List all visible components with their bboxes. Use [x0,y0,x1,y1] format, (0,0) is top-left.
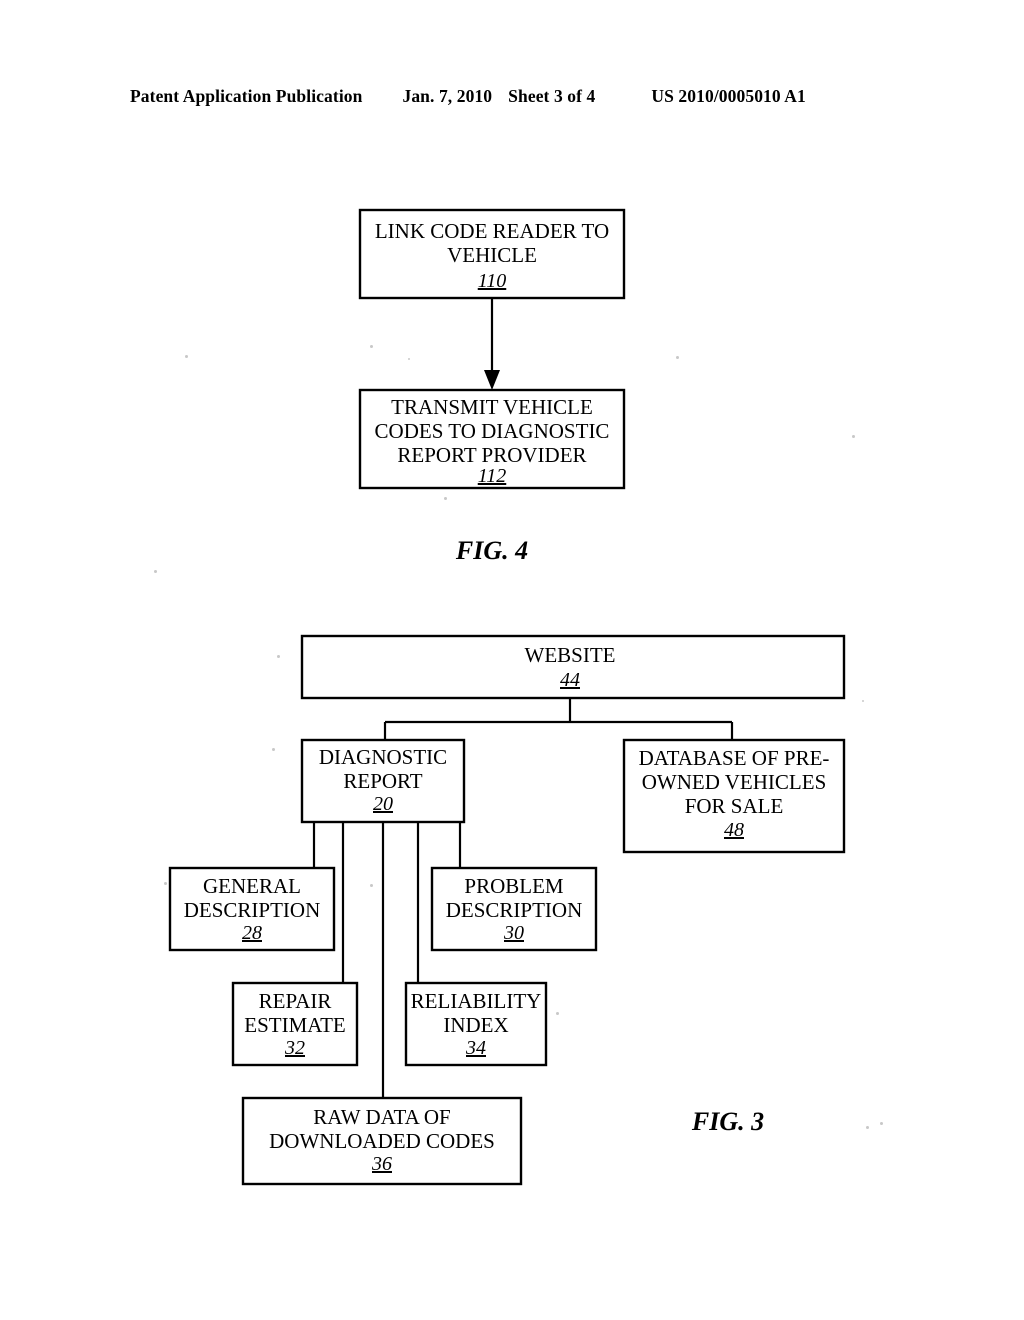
edge-110-to-112 [484,298,500,390]
node-34-reference-numeral: 34 [465,1037,486,1059]
node-28-reference-numeral: 28 [242,922,262,944]
node-30-reference-numeral: 30 [503,922,524,944]
node-36-reference-numeral: 36 [371,1153,392,1175]
node-32-line-2: ESTIMATE [244,1013,346,1037]
node-36-line-2: DOWNLOADED CODES [269,1129,495,1153]
node-112-line-1: TRANSMIT VEHICLE [391,395,593,419]
scan-speck [370,345,373,348]
node-110-line-2: VEHICLE [447,243,537,267]
node-44-line-1: WEBSITE [525,643,616,667]
node-44-reference-numeral: 44 [560,669,580,691]
figures-area: LINK CODE READER TO VEHICLE 110 TRANSMIT… [0,0,1024,1320]
scan-speck [852,435,855,438]
figure-label-fig4: FIG. 4 [455,536,528,565]
node-112-line-2: CODES TO DIAGNOSTIC [375,419,610,443]
node-20-reference-numeral: 20 [373,793,393,815]
scan-speck [676,356,679,359]
node-20-line-1: DIAGNOSTIC [319,745,447,769]
figure-fig3: WEBSITE 44 DIAGNOSTIC REPORT 20 DATABASE [168,634,846,1186]
node-36-line-1: RAW DATA OF [313,1105,450,1129]
scan-speck [370,884,373,887]
scan-speck [556,1012,559,1015]
node-48-line-2: OWNED VEHICLES [642,770,827,794]
node-48-line-3: FOR SALE [685,794,784,818]
scan-speck [862,700,864,702]
node-raw-data-downloaded-codes: RAW DATA OF DOWNLOADED CODES 36 [241,1096,523,1186]
node-30-line-1: PROBLEM [464,874,564,898]
node-112-line-3: REPORT PROVIDER [397,443,586,467]
node-repair-estimate: REPAIR ESTIMATE 32 [231,981,359,1067]
scan-speck [154,570,157,573]
node-20-line-2: REPORT [343,769,422,793]
scan-speck [277,655,280,658]
scan-speck [185,355,188,358]
patent-drawing-page: Patent Application Publication Jan. 7, 2… [0,0,1024,1320]
node-32-reference-numeral: 32 [284,1037,305,1059]
node-34-line-2: INDEX [443,1013,508,1037]
node-website: WEBSITE 44 [300,634,846,700]
node-28-line-1: GENERAL [203,874,301,898]
scan-speck [272,748,275,751]
node-110-line-1: LINK CODE READER TO [375,219,609,243]
scan-speck [164,882,167,885]
node-transmit-vehicle-codes: TRANSMIT VEHICLE CODES TO DIAGNOSTIC REP… [358,388,626,490]
edge-website-branches [383,698,734,740]
node-general-description: GENERAL DESCRIPTION 28 [168,866,336,952]
scan-speck [880,1122,883,1125]
node-110-reference-numeral: 110 [478,270,507,292]
node-30-line-2: DESCRIPTION [446,898,583,922]
node-48-line-1: DATABASE OF PRE- [639,746,830,770]
scan-speck [444,497,447,500]
scan-speck [866,1126,869,1129]
figure-fig4: LINK CODE READER TO VEHICLE 110 TRANSMIT… [358,208,626,565]
node-28-line-2: DESCRIPTION [184,898,321,922]
node-link-code-reader-to-vehicle: LINK CODE READER TO VEHICLE 110 [358,208,626,300]
figure-label-fig3: FIG. 3 [691,1107,764,1136]
node-32-line-1: REPAIR [259,989,332,1013]
scan-speck [408,358,410,360]
arrowhead-icon [484,370,500,390]
node-112-reference-numeral: 112 [478,465,507,487]
node-34-line-1: RELIABILITY [411,989,542,1013]
node-48-reference-numeral: 48 [724,819,744,841]
node-diagnostic-report: DIAGNOSTIC REPORT 20 [300,738,466,824]
node-reliability-index: RELIABILITY INDEX 34 [404,981,548,1067]
node-problem-description: PROBLEM DESCRIPTION 30 [430,866,598,952]
node-database-preowned-vehicles: DATABASE OF PRE- OWNED VEHICLES FOR SALE… [622,738,846,854]
